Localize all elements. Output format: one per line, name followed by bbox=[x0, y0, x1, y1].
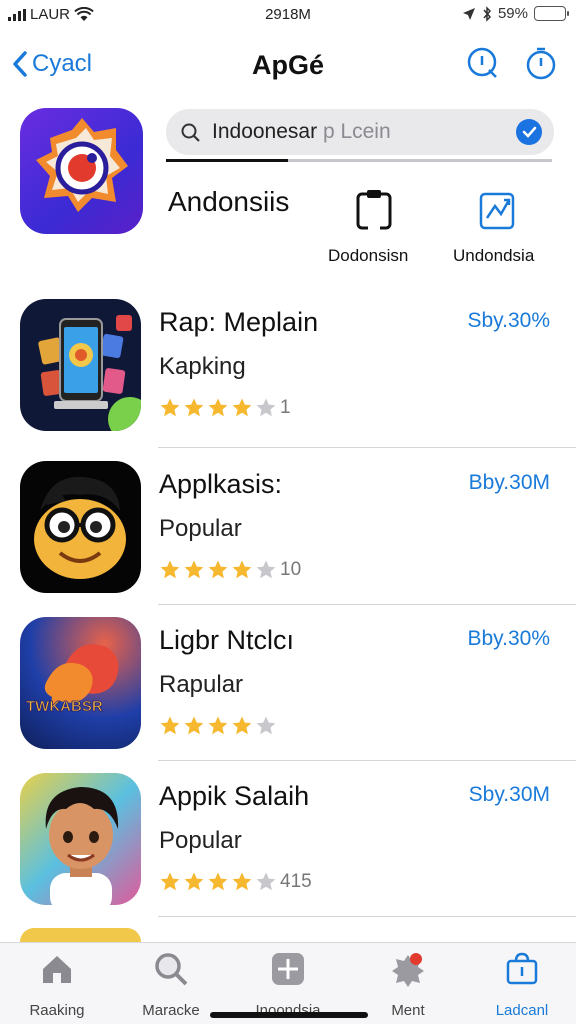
app-size[interactable]: Bby.30M bbox=[469, 471, 550, 495]
star-filled-icon bbox=[160, 716, 180, 735]
app-subtitle: Popular bbox=[159, 827, 242, 854]
tab-ladcanl[interactable]: Ladcanl bbox=[472, 951, 572, 1019]
star-filled-icon bbox=[184, 716, 204, 735]
app-name: Appik Salaih bbox=[159, 781, 310, 811]
tab-label: Raaking bbox=[29, 1002, 85, 1019]
search-query: Indoonesar p Lcein bbox=[212, 120, 391, 144]
check-circle-icon[interactable] bbox=[516, 119, 542, 145]
star-filled-icon bbox=[208, 872, 228, 891]
tab-ranking[interactable]: Raaking bbox=[7, 951, 107, 1019]
tab-indonesia[interactable]: Inoondsia bbox=[238, 951, 338, 1019]
featured-app-icon[interactable] bbox=[20, 108, 143, 234]
divider bbox=[158, 447, 576, 448]
star-empty-icon bbox=[256, 872, 276, 891]
star-filled-icon bbox=[184, 560, 204, 579]
app-size[interactable]: Sby.30% bbox=[468, 309, 551, 333]
search-placeholder: p Lcein bbox=[322, 120, 391, 143]
location-icon bbox=[462, 7, 475, 20]
tab-ment[interactable]: Ment bbox=[358, 951, 458, 1019]
battery-icon bbox=[534, 6, 569, 21]
info-search-icon[interactable] bbox=[466, 46, 500, 80]
star-empty-icon bbox=[256, 560, 276, 579]
star-rating: 415 bbox=[159, 871, 312, 893]
app-name: Applkasis: bbox=[159, 469, 283, 499]
bluetooth-icon bbox=[483, 5, 491, 22]
icon-wordmark: TWKABSR bbox=[26, 698, 103, 715]
star-empty-icon bbox=[256, 398, 276, 417]
rating-count: 415 bbox=[280, 871, 312, 892]
rating-count: 1 bbox=[280, 397, 291, 418]
star-filled-icon bbox=[232, 872, 252, 891]
app-size[interactable]: Bby.30% bbox=[468, 627, 551, 651]
star-filled-icon bbox=[232, 398, 252, 417]
nav-bar: Cyacl ApGé bbox=[0, 36, 576, 96]
search-input[interactable]: Indoonesar p Lcein bbox=[166, 109, 554, 155]
search-icon bbox=[181, 123, 200, 142]
star-filled-icon bbox=[160, 872, 180, 891]
tab-label: Ment bbox=[391, 1002, 425, 1019]
star-filled-icon bbox=[208, 398, 228, 417]
app-subtitle: Rapular bbox=[159, 671, 244, 698]
bag-icon bbox=[506, 952, 538, 985]
star-filled-icon bbox=[232, 716, 252, 735]
tab-label: Maracke bbox=[142, 1002, 200, 1019]
star-rating: 1 bbox=[159, 397, 291, 419]
search-query-text: Indoonesar bbox=[212, 120, 318, 143]
star-filled-icon bbox=[184, 872, 204, 891]
app-name: Ligbr Ntclcı bbox=[159, 625, 295, 655]
star-filled-icon bbox=[160, 560, 180, 579]
star-empty-icon bbox=[256, 716, 276, 735]
star-filled-icon bbox=[160, 398, 180, 417]
home-icon bbox=[43, 956, 71, 983]
list-item[interactable]: Applkasis: Popular 10 Bby.30M bbox=[0, 461, 576, 619]
tab-label: Ladcanl bbox=[495, 1002, 549, 1019]
app-name: Rap: Meplain bbox=[159, 307, 319, 337]
list-item[interactable]: Rap: Meplain Kapking 1 Sby.30% bbox=[0, 299, 576, 457]
badge-icon bbox=[392, 953, 424, 987]
status-bar: LAUR 2918M 59% bbox=[0, 0, 576, 30]
search-progress-indicator bbox=[166, 159, 288, 162]
rating-count: 10 bbox=[280, 559, 302, 580]
list-item[interactable]: Appik Salaih Popular 415 Sby.30M bbox=[0, 773, 576, 931]
search-icon bbox=[155, 953, 188, 986]
chart-icon[interactable] bbox=[478, 188, 518, 232]
star-filled-icon bbox=[208, 716, 228, 735]
timer-icon[interactable] bbox=[524, 46, 558, 80]
app-subtitle: Popular bbox=[159, 515, 242, 542]
star-rating bbox=[159, 715, 280, 737]
battery-percent: 59% bbox=[497, 5, 528, 22]
phone-game-icon bbox=[20, 299, 141, 431]
star-filled-icon bbox=[208, 560, 228, 579]
divider bbox=[158, 916, 576, 917]
cartoon-boy-icon bbox=[20, 773, 141, 905]
star-rating: 10 bbox=[159, 559, 301, 581]
app-subtitle: Kapking bbox=[159, 353, 246, 380]
next-app-icon-peek bbox=[20, 928, 141, 942]
plus-box-icon bbox=[272, 953, 304, 985]
shortcut-label[interactable]: Dodonsisn bbox=[328, 246, 408, 266]
camera-burst-icon bbox=[36, 118, 128, 212]
chat-bubble-app-icon: TWKABSR bbox=[20, 617, 141, 749]
divider bbox=[158, 760, 576, 761]
tab-market[interactable]: Maracke bbox=[121, 951, 221, 1019]
divider bbox=[158, 604, 576, 605]
shortcut-label[interactable]: Undondsia bbox=[453, 246, 534, 266]
search-progress-track bbox=[166, 159, 552, 162]
list-item[interactable]: TWKABSR Ligbr Ntclcı Rapular Bby.30% bbox=[0, 617, 576, 775]
star-filled-icon bbox=[184, 398, 204, 417]
app-size[interactable]: Sby.30M bbox=[469, 783, 550, 807]
star-filled-icon bbox=[232, 560, 252, 579]
status-right: 59% bbox=[462, 5, 569, 22]
clipboard-icon[interactable] bbox=[354, 188, 394, 232]
category-label: Andonsiis bbox=[168, 186, 290, 217]
glasses-emoji-icon bbox=[20, 461, 141, 593]
home-indicator bbox=[210, 1012, 368, 1018]
